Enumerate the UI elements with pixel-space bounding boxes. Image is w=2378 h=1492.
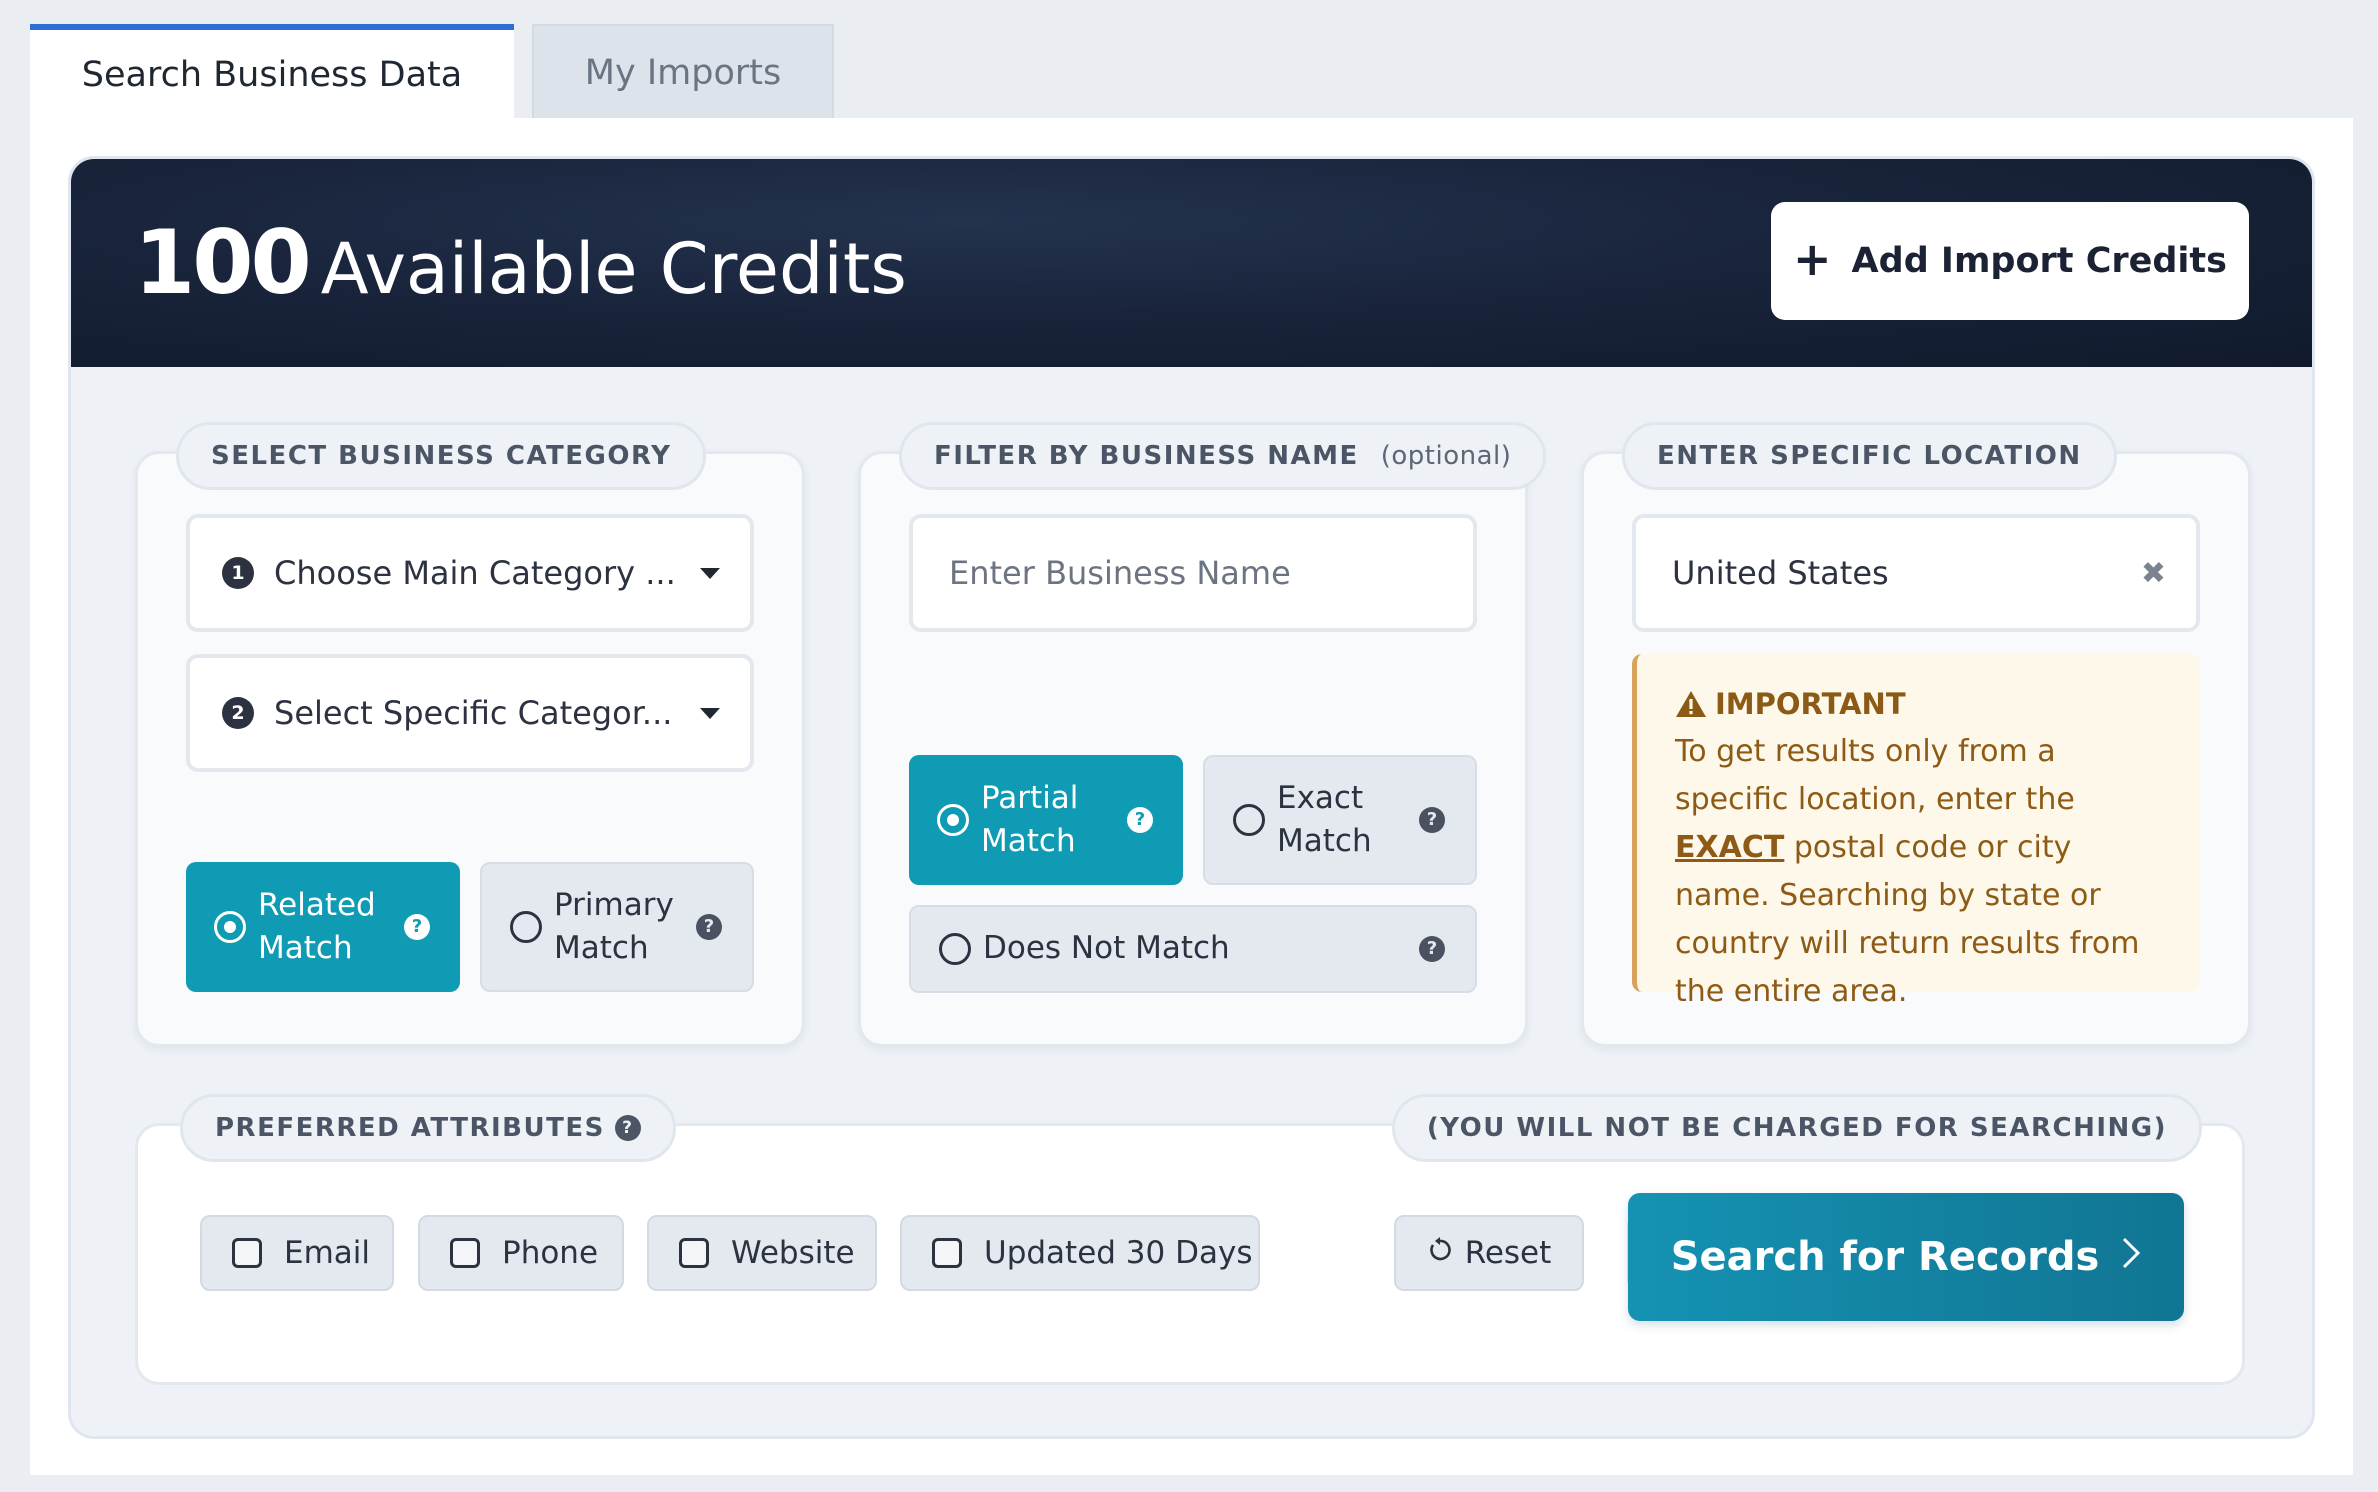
plus-icon: + — [1793, 232, 1832, 286]
updated-label: Updated 30 Days — [984, 1235, 1253, 1271]
question-circle-icon[interactable]: ? — [1419, 936, 1445, 962]
clear-icon[interactable]: ✖ — [2141, 556, 2166, 591]
radio-unchecked-icon — [1233, 804, 1265, 836]
phone-label: Phone — [502, 1235, 599, 1271]
caret-down-icon — [700, 567, 720, 579]
related-match-label: Related Match — [258, 886, 376, 966]
tab-bar: Search Business Data My Imports — [30, 24, 834, 120]
credits-label: Available Credits — [320, 228, 907, 310]
charge-note: (YOU WILL NOT BE CHARGED FOR SEARCHING) — [1391, 1094, 2202, 1162]
tab-imports-label: My Imports — [584, 53, 782, 93]
checkbox-icon — [450, 1238, 480, 1268]
radio-checked-icon — [214, 911, 246, 943]
primary-match-option[interactable]: Primary Match ? — [480, 862, 754, 992]
question-circle-icon[interactable]: ? — [404, 914, 430, 940]
add-credits-label: Add Import Credits — [1851, 241, 2227, 281]
does-not-match-option[interactable]: Does Not Match ? — [909, 905, 1477, 993]
radio-checked-icon — [937, 804, 969, 836]
related-match-option[interactable]: Related Match ? — [186, 862, 460, 992]
location-title-text: ENTER SPECIFIC LOCATION — [1657, 441, 2082, 471]
add-import-credits-button[interactable]: + Add Import Credits — [1771, 202, 2249, 320]
updated-30-days-checkbox[interactable]: Updated 30 Days — [900, 1215, 1260, 1291]
reset-label: Reset — [1464, 1235, 1552, 1271]
business-category-card: SELECT BUSINESS CATEGORY 1 Choose Main C… — [135, 422, 805, 1047]
email-label: Email — [284, 1235, 371, 1271]
location-value: United States — [1672, 554, 1889, 592]
question-circle-icon[interactable]: ? — [696, 914, 722, 940]
checkbox-icon — [679, 1238, 709, 1268]
specific-category-placeholder: Select Specific Categor... — [274, 694, 673, 732]
name-filter-section-title: FILTER BY BUSINESS NAME (optional) — [899, 422, 1547, 490]
category-title-text: SELECT BUSINESS CATEGORY — [211, 441, 672, 471]
location-input[interactable]: United States ✖ — [1632, 514, 2200, 632]
step-two-badge: 2 — [222, 697, 254, 729]
chevron-right-icon — [2121, 1234, 2141, 1280]
credits-display: 100 Available Credits — [134, 211, 907, 314]
warning-triangle-icon — [1675, 690, 1707, 718]
partial-match-label: Partial Match — [981, 779, 1079, 859]
attributes-title-text: PREFERRED ATTRIBUTES — [215, 1113, 605, 1143]
preferred-attributes-card: PREFERRED ATTRIBUTES ? (YOU WILL NOT BE … — [135, 1094, 2245, 1385]
exact-match-option[interactable]: Exact Match ? — [1203, 755, 1477, 885]
question-circle-icon[interactable]: ? — [1127, 807, 1153, 833]
notice-title: IMPORTANT — [1675, 680, 2170, 728]
tab-my-imports[interactable]: My Imports — [532, 24, 834, 120]
location-section-title: ENTER SPECIFIC LOCATION — [1622, 422, 2117, 490]
search-button-label: Search for Records — [1670, 1234, 2100, 1280]
notice-text-part1: To get results only from a specific loca… — [1675, 734, 2075, 817]
question-circle-icon[interactable]: ? — [1419, 807, 1445, 833]
primary-match-label: Primary Match — [554, 886, 674, 966]
does-not-match-label: Does Not Match — [983, 930, 1230, 967]
preferred-attributes-title: PREFERRED ATTRIBUTES ? — [180, 1094, 676, 1162]
main-category-select[interactable]: 1 Choose Main Category ... — [186, 514, 754, 632]
phone-checkbox[interactable]: Phone — [418, 1215, 624, 1291]
website-checkbox[interactable]: Website — [647, 1215, 877, 1291]
search-panel: 100 Available Credits + Add Import Credit… — [30, 118, 2353, 1475]
checkbox-icon — [232, 1238, 262, 1268]
search-for-records-button[interactable]: Search for Records — [1628, 1193, 2184, 1321]
question-circle-icon[interactable]: ? — [614, 1115, 641, 1141]
partial-match-option[interactable]: Partial Match ? — [909, 755, 1183, 885]
notice-title-text: IMPORTANT — [1715, 687, 1906, 721]
reset-button[interactable]: Reset — [1394, 1215, 1584, 1291]
specific-category-select[interactable]: 2 Select Specific Categor... — [186, 654, 754, 772]
notice-exact-emphasis: EXACT — [1675, 830, 1785, 865]
step-one-badge: 1 — [222, 557, 254, 589]
tab-search-label: Search Business Data — [81, 55, 463, 95]
main-category-placeholder: Choose Main Category ... — [274, 554, 676, 592]
radio-unchecked-icon — [939, 933, 971, 965]
checkbox-icon — [932, 1238, 962, 1268]
name-filter-title-text: FILTER BY BUSINESS NAME — [934, 441, 1359, 471]
radio-unchecked-icon — [510, 911, 542, 943]
credits-count: 100 — [134, 211, 312, 314]
refresh-icon — [1427, 1235, 1453, 1271]
search-form-container: 100 Available Credits + Add Import Credit… — [68, 156, 2315, 1439]
email-checkbox[interactable]: Email — [200, 1215, 394, 1291]
category-section-title: SELECT BUSINESS CATEGORY — [176, 422, 707, 490]
optional-label: (optional) — [1380, 441, 1512, 471]
business-name-input[interactable] — [909, 514, 1477, 632]
charge-note-text: (YOU WILL NOT BE CHARGED FOR SEARCHING) — [1426, 1113, 2167, 1143]
business-name-card: FILTER BY BUSINESS NAME (optional) Parti… — [858, 422, 1547, 1047]
location-card: ENTER SPECIFIC LOCATION United States ✖ … — [1581, 422, 2251, 1047]
credits-banner: 100 Available Credits + Add Import Credit… — [71, 159, 2312, 367]
important-notice: IMPORTANT To get results only from a spe… — [1632, 654, 2200, 1009]
tab-search-business-data[interactable]: Search Business Data — [30, 24, 514, 120]
caret-down-icon — [700, 707, 720, 719]
notice-body: To get results only from a specific loca… — [1675, 728, 2170, 1016]
exact-match-label: Exact Match — [1277, 779, 1372, 859]
website-label: Website — [731, 1235, 855, 1271]
